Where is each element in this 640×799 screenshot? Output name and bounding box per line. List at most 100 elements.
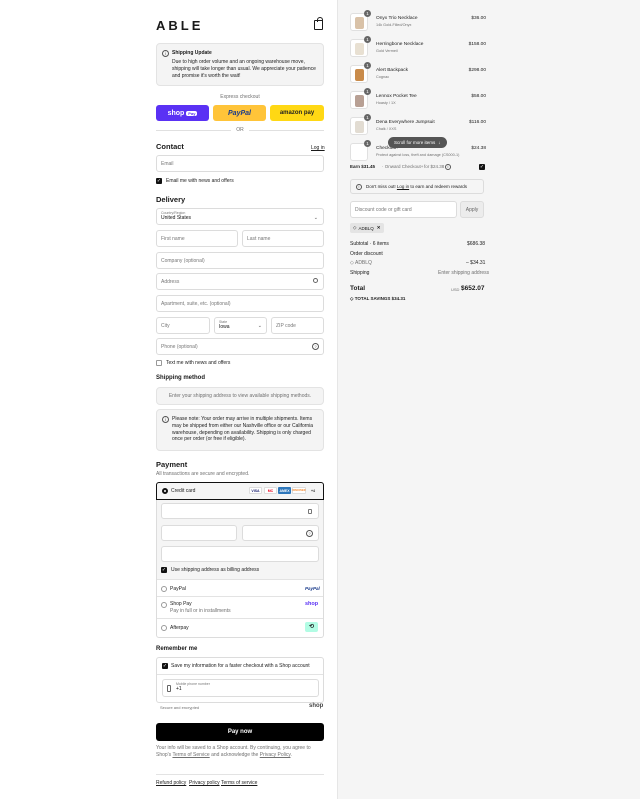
more-cards-badge: +4 <box>311 488 315 493</box>
terms-link[interactable]: Terms of Service <box>172 752 209 758</box>
save-info-checkbox[interactable]: ✓ <box>162 663 168 669</box>
paypal-button[interactable]: PayPal <box>213 105 266 121</box>
product-price: $58.00 <box>471 94 486 99</box>
info-icon: i <box>356 184 362 190</box>
chevron-down-icon: ⌄ <box>257 323 262 329</box>
product-variant: Gold Vermeil <box>376 49 398 53</box>
earn-for: for $24.38 <box>424 164 445 169</box>
shop-pay-badge: Pay <box>186 110 198 116</box>
notice-body: Due to high order volume and an ongoing … <box>172 59 316 79</box>
divider <box>156 774 324 775</box>
product-variant: Cognac <box>376 75 390 79</box>
first-name-field[interactable]: First name <box>156 230 238 247</box>
footer-terms-of-service[interactable]: Terms of service <box>221 780 257 787</box>
product-image <box>355 95 364 107</box>
visa-icon: VISA <box>249 487 262 494</box>
rewards-login-link[interactable]: Log in <box>397 184 409 189</box>
product-price: $298.00 <box>468 68 486 73</box>
apartment-placeholder: Apartment, suite, etc. (optional) <box>161 300 231 307</box>
shop-pay-option-label[interactable]: Shop Pay <box>170 601 192 608</box>
mobile-phone-field[interactable]: Mobile phone number +1 <box>162 679 319 697</box>
shipping-method-placeholder-text: Enter your shipping address to view avai… <box>168 392 312 399</box>
product-price: $24.38 <box>471 146 486 151</box>
apartment-field[interactable]: Apartment, suite, etc. (optional) <box>156 295 324 312</box>
expiration-field[interactable] <box>161 525 237 541</box>
payment-subtext: All transactions are secure and encrypte… <box>156 471 250 477</box>
email-placeholder: Email <box>161 160 174 167</box>
last-name-placeholder: Last name <box>247 235 271 242</box>
product-image <box>355 17 364 29</box>
credit-card-radio[interactable] <box>162 488 168 494</box>
shop-pay-button[interactable]: shop Pay <box>156 105 209 121</box>
order-discount-code-text: ADBLQ <box>354 260 372 266</box>
line-item: 1 Herringbone Necklace Gold Vermeil $158.00 <box>350 36 486 59</box>
contact-heading: Contact <box>156 142 184 151</box>
checkout-plus-checkbox[interactable]: ✓ <box>479 164 485 170</box>
remove-discount-icon[interactable]: ✕ <box>377 225 381 231</box>
pay-now-button[interactable]: Pay now <box>156 723 324 741</box>
discount-code-field[interactable]: Discount code or gift card <box>350 201 457 218</box>
shipping-note-text: Please note: Your order may arrive in mu… <box>172 416 314 443</box>
phone-placeholder: Phone (optional) <box>161 343 198 350</box>
credit-card-option[interactable]: Credit card VISA MC AMEX DISCOVER +4 <box>156 482 324 500</box>
phone-field[interactable]: Phone (optional) ? <box>156 338 324 355</box>
info-icon: i <box>162 50 169 57</box>
zip-field[interactable]: ZIP code <box>271 317 324 334</box>
rewards-pre: Don't miss out! <box>366 184 396 189</box>
country-select[interactable]: Country/Region United States ⌄ <box>156 208 324 225</box>
zip-placeholder: ZIP code <box>276 322 296 329</box>
shipping-method-placeholder: Enter your shipping address to view avai… <box>156 387 324 405</box>
text-news-checkbox[interactable] <box>156 360 162 366</box>
address-field[interactable]: Address <box>156 273 324 290</box>
billing-same-checkbox[interactable]: ✓ <box>161 567 167 573</box>
state-select[interactable]: State Iowa ⌄ <box>214 317 267 334</box>
chevron-down-icon: ⌄ <box>313 215 318 221</box>
name-on-card-field[interactable] <box>161 546 319 562</box>
shipping-update-notice: i Shipping Update Due to high order volu… <box>156 43 324 86</box>
email-field[interactable]: Email <box>156 155 324 172</box>
info-icon[interactable]: i <box>445 164 451 170</box>
shop-logo: shop <box>309 703 324 709</box>
afterpay-radio[interactable] <box>161 625 167 631</box>
scroll-more-button[interactable]: Scroll for more items ↓ <box>388 137 447 148</box>
shopping-bag-icon[interactable] <box>314 17 323 30</box>
product-variant: Chalk / XXS <box>376 127 397 131</box>
tag-icon: ◇ <box>350 260 354 266</box>
security-code-field[interactable]: ? <box>242 525 319 541</box>
product-name: Lennox Pocket Tee <box>376 94 417 99</box>
tag-icon: ◇ <box>350 296 354 301</box>
legal-text: Your info will be saved to a Shop accoun… <box>156 745 324 759</box>
amazon-pay-button[interactable]: amazon pay <box>270 105 324 121</box>
footer-privacy-policy[interactable]: Privacy policy <box>189 780 220 787</box>
quantity-badge: 1 <box>364 140 371 147</box>
secure-encrypted-label: Secure and encrypted <box>160 705 200 710</box>
product-name: Dena Everywhere Jumpsuit <box>376 120 435 125</box>
divider <box>157 618 323 619</box>
paypal-option-label[interactable]: PayPal <box>170 586 186 593</box>
shop-pay-subtext: Pay in full or in installments <box>170 608 231 614</box>
mastercard-icon: MC <box>264 487 277 494</box>
total-label: Total <box>350 285 366 292</box>
info-icon: i <box>162 416 169 423</box>
footer-refund-policy[interactable]: Refund policy <box>156 780 186 787</box>
login-link[interactable]: Log in <box>311 145 325 152</box>
afterpay-option-label[interactable]: Afterpay <box>170 625 189 632</box>
card-number-field[interactable] <box>161 503 319 519</box>
help-icon[interactable]: ? <box>312 343 319 350</box>
privacy-link[interactable]: Privacy Policy <box>260 752 291 758</box>
city-field[interactable]: City <box>156 317 210 334</box>
company-field[interactable]: Company (optional) <box>156 252 324 269</box>
shop-pay-radio[interactable] <box>161 602 167 608</box>
product-image <box>355 147 364 159</box>
shop-pay-text: shop <box>167 109 185 117</box>
product-price: $36.00 <box>471 16 486 21</box>
help-icon[interactable]: ? <box>306 530 313 537</box>
last-name-field[interactable]: Last name <box>242 230 324 247</box>
paypal-radio[interactable] <box>161 586 167 592</box>
apply-button[interactable]: Apply <box>460 201 484 218</box>
brand-logo[interactable]: ABLE <box>156 18 203 33</box>
divider <box>157 674 323 675</box>
subtotal-label: Subtotal · 6 items <box>350 241 389 247</box>
news-checkbox[interactable]: ✓ <box>156 178 162 184</box>
afterpay-logo: ⟲ <box>305 622 318 632</box>
